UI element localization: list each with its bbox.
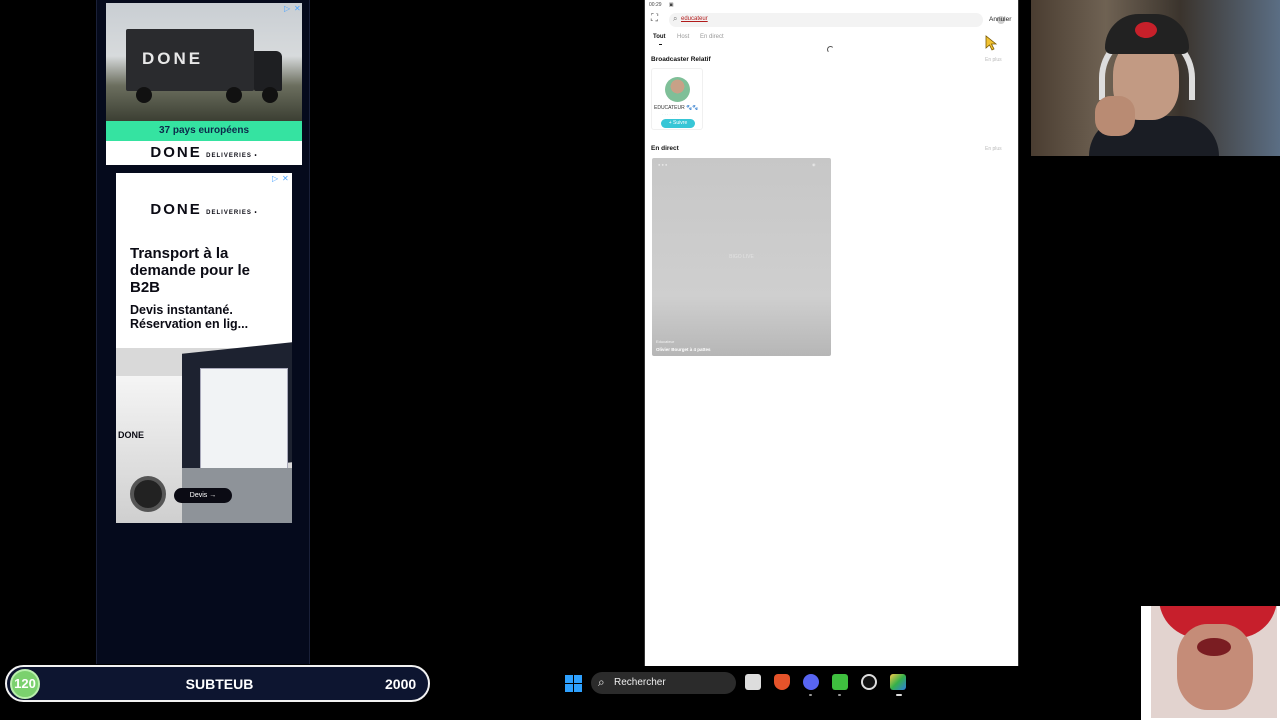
bigo-app-window: 00:29 ▣ ⛶ ⌕ educateur Annuler Tout Host … [644, 0, 1019, 666]
truck-wheel [130, 476, 166, 512]
adchoices-icon[interactable]: ▷ [284, 5, 292, 13]
loading-spinner-icon [827, 46, 834, 53]
windows-icon[interactable] [565, 675, 582, 692]
adchoices-icon[interactable]: ▷ [272, 175, 280, 183]
search-top-bar: ⛶ ⌕ educateur Annuler [645, 12, 1020, 28]
ad-band-text: 37 pays européens [106, 121, 302, 141]
cam2-face [1177, 624, 1253, 710]
brave-icon[interactable] [774, 674, 790, 690]
streamer-webcam [1031, 0, 1280, 156]
active-app-dot [838, 694, 841, 696]
search-icon: ⌕ [673, 14, 678, 23]
banner-ad-top[interactable]: DONE ▷ ✕ 37 pays européens DONE DELIVERI… [106, 3, 302, 165]
ad-truck-photo: DONE [106, 3, 302, 121]
ad-close-icon[interactable]: ✕ [282, 175, 290, 183]
ad-photo: DONE Devis → [116, 342, 292, 523]
tab-all[interactable]: Tout [653, 34, 666, 40]
stream-screen: DONE ▷ ✕ 37 pays européens DONE DELIVERI… [0, 0, 1280, 720]
active-app-dot [809, 694, 812, 696]
broadcaster-name: EDUCATEUR 🐾🐾 [654, 105, 699, 111]
upside-down-cam-frame [1151, 606, 1277, 718]
ad-column: DONE ▷ ✕ 37 pays européens DONE DELIVERI… [96, 0, 310, 664]
ad-brand-logo: DONE DELIVERIES • [116, 201, 292, 219]
ad-brand-name: DONE [150, 144, 202, 161]
ad-brand-name: DONE [150, 201, 202, 218]
bulls-logo-icon [1135, 22, 1157, 38]
mouse-cursor-icon [985, 35, 998, 51]
upside-down-cam [1141, 606, 1280, 720]
live-host-name: Educateur [656, 339, 675, 344]
truck-cab [254, 51, 282, 91]
truck-logo-text: DONE [118, 430, 145, 440]
broadcaster-meta: · · · · · · · · [662, 112, 681, 117]
broadcaster-card[interactable]: EDUCATEUR 🐾🐾 · · · · · · · · + Suivre [651, 68, 703, 130]
file-explorer-icon[interactable] [745, 674, 761, 690]
search-icon: ⌕ [598, 675, 605, 689]
live-more-link[interactable]: En plus [985, 146, 1002, 152]
truck-wheel [226, 87, 242, 103]
ad-laptop-screen [200, 368, 288, 472]
live-stream-card[interactable]: ● ● ● ◉ BIGO LIVE Educateur Olivier Bour… [652, 158, 831, 356]
phone-link-icon[interactable] [832, 674, 848, 690]
ad-cta-button[interactable]: Devis → [174, 488, 232, 503]
status-time: 00:29 [649, 2, 662, 8]
ad-brand-logo: DONE DELIVERIES • [106, 144, 302, 162]
live-section-title: En direct [651, 145, 679, 152]
active-app-dot [896, 694, 902, 696]
search-input[interactable]: ⌕ educateur [669, 13, 1005, 27]
ad-subline: Devis instantané. Réservation en lig... [130, 303, 249, 331]
truck-logo-text: DONE [142, 49, 204, 68]
bluestacks-icon[interactable] [890, 674, 906, 690]
discord-icon[interactable] [803, 674, 819, 690]
sub-goal-target: 2000 [385, 676, 417, 692]
broadcaster-section-title: Broadcaster Relatif [651, 56, 711, 63]
follow-button[interactable]: + Suivre [661, 119, 695, 128]
scan-icon[interactable]: ⛶ [651, 14, 661, 24]
cancel-button[interactable]: Annuler [989, 16, 1011, 23]
live-stream-title: Olivier Bourget à 4 pattes [656, 347, 711, 352]
status-icon: ▣ [668, 2, 674, 8]
live-badge: ● ● ● [658, 162, 668, 167]
ad-brand-suffix: DELIVERIES • [206, 210, 258, 216]
taskbar-search-placeholder: Rechercher [614, 677, 666, 688]
live-watermark: BIGO LIVE [729, 254, 754, 260]
ad-close-icon[interactable]: ✕ [294, 5, 302, 13]
status-bar: 00:29 ▣ [649, 2, 680, 8]
sub-goal-bar: 120 SUBTEUB 2000 [5, 665, 430, 702]
webcam-hand [1095, 96, 1135, 136]
search-query[interactable]: educateur [681, 16, 708, 22]
settings-icon[interactable] [861, 674, 877, 690]
windows-taskbar: ⌕ Rechercher [430, 666, 1141, 700]
sub-goal-label: SUBTEUB [185, 676, 254, 692]
tab-live[interactable]: En direct [700, 34, 724, 40]
truck-wheel [262, 87, 278, 103]
broadcaster-more-link[interactable]: En plus [985, 57, 1002, 63]
ad-headline: Transport à la demande pour le B2B [130, 245, 251, 296]
active-tab-indicator [659, 44, 662, 45]
banner-ad-bottom[interactable]: ▷ ✕ DONE DELIVERIES • Transport à la dem… [116, 173, 292, 523]
truck-wheel [136, 87, 152, 103]
viewer-count-icon: ◉ [812, 162, 816, 167]
taskbar-search[interactable]: ⌕ Rechercher [591, 672, 736, 694]
tab-host[interactable]: Host [677, 34, 689, 40]
cam2-mouth [1197, 638, 1231, 656]
ad-brand-suffix: DELIVERIES • [206, 153, 258, 159]
avatar[interactable] [665, 77, 690, 102]
